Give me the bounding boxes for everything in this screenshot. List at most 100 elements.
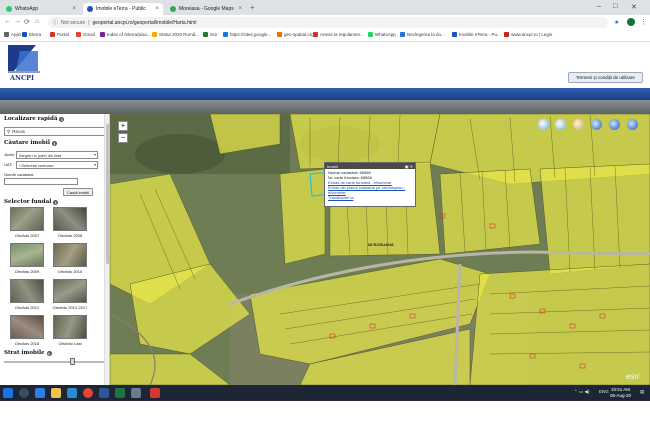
basemap-thumb-2010[interactable] (53, 243, 87, 267)
tab-whatsapp[interactable]: WhatsApp × (2, 3, 80, 15)
basemap-label: Ortofoto 2007 (14, 233, 40, 238)
map-view[interactable]: 68 ROSUAHA (110, 114, 650, 385)
windows-start-icon[interactable] (3, 388, 13, 398)
info-icon[interactable]: ⓘ (53, 19, 58, 26)
tab-google-maps[interactable]: Moreiasa - Google Maps × (166, 3, 246, 15)
profile-avatar[interactable] (627, 18, 635, 26)
info-icon[interactable]: i (46, 350, 52, 356)
bookmark-item[interactable]: Eterra (22, 32, 41, 37)
reload-icon[interactable]: ⟳ (24, 18, 30, 26)
menu-icon[interactable]: ⋮ (640, 18, 647, 26)
maximize-icon[interactable]: □ (613, 3, 617, 10)
home-icon[interactable]: ⌂ (35, 18, 39, 25)
basemap-label: Ortofoto Last (58, 341, 82, 346)
close-icon[interactable]: ✕ (410, 164, 413, 169)
bookmark-item[interactable]: Neclegerea la do... (400, 32, 445, 37)
next-extent-icon[interactable] (627, 119, 638, 130)
back-icon[interactable]: ← (4, 18, 11, 25)
chevron-down-icon: ▾ (93, 162, 96, 167)
bookmark-icon (400, 32, 405, 37)
basemap-label: Ortofoto 2012 (14, 305, 40, 310)
tray-icons[interactable]: ⌃ ▭ ◀) (574, 389, 589, 395)
bookmark-item[interactable]: Portal (50, 32, 69, 37)
map-canvas[interactable] (110, 114, 650, 385)
close-icon[interactable]: × (238, 6, 242, 12)
store-icon[interactable] (67, 388, 77, 398)
address-bar[interactable]: ⓘ Not secure | geoportal.ancpi.ro/geopor… (48, 17, 608, 28)
word-icon[interactable] (99, 388, 109, 398)
pan-hand-icon[interactable] (573, 119, 584, 130)
new-tab-button[interactable]: + (250, 3, 255, 12)
uat-select[interactable]: <Selectați comuna> ▾ (16, 161, 98, 169)
excel-icon[interactable] (115, 388, 125, 398)
app-icon[interactable] (150, 388, 160, 398)
bookmark-icon (203, 32, 208, 37)
judet-label: Județ: (4, 152, 15, 157)
basemap-thumb-2008[interactable] (53, 207, 87, 231)
chrome-icon[interactable] (83, 388, 93, 398)
zoom-in-button[interactable]: + (118, 121, 128, 131)
full-extent-globe-icon[interactable] (591, 119, 602, 130)
bookmark-icon (277, 32, 282, 37)
info-icon[interactable]: i (51, 140, 57, 146)
opacity-slider-handle[interactable] (70, 358, 75, 365)
section-title-quick-locate: Localizare rapidă i (4, 116, 65, 122)
cadastral-label: Număr cadastral (4, 172, 34, 177)
bookmark-item[interactable]: Statut 2020 Româ... (152, 32, 199, 37)
forward-icon[interactable]: → (14, 18, 21, 25)
tab-imobile-eterra[interactable]: Imobile eTerra - Public × (83, 3, 163, 15)
bookmark-item[interactable]: Gmail (76, 32, 95, 37)
basemap-thumb-2009[interactable] (10, 243, 44, 267)
gmail-icon (76, 32, 81, 37)
basemap-thumb-2012-2017[interactable] (53, 279, 87, 303)
info-icon[interactable]: i (53, 199, 59, 205)
opacity-slider-track[interactable] (4, 361, 104, 363)
maximize-icon[interactable]: ▣ (405, 164, 409, 169)
notifications-icon[interactable]: ▤ (640, 389, 644, 395)
search-icon[interactable] (19, 388, 29, 398)
language-indicator[interactable]: ENG (599, 389, 609, 394)
cadastral-plan-extract-link[interactable]: Extras din planul cadastral pe ortofotop… (328, 185, 412, 195)
security-status: Not secure (61, 19, 86, 26)
section-title-search-property: Căutare imobil i (4, 140, 57, 146)
bookmark-item[interactable]: Anexe la regulamen... (313, 32, 364, 37)
window-close-icon[interactable]: ✕ (631, 3, 637, 11)
cadastral-number-field[interactable] (4, 178, 78, 185)
basemap-thumb-2018[interactable] (10, 315, 44, 339)
judet-select[interactable]: Alegeți un județ din lista ▾ (16, 151, 98, 159)
bookmark-item[interactable]: Apps (4, 32, 21, 37)
search-property-button[interactable]: Caută imobil (63, 188, 93, 196)
bookmark-item[interactable]: www.ancpi.ro | Legis (504, 32, 552, 37)
bookmark-item[interactable]: Imobile eTerra - Pu... (452, 32, 501, 37)
eterra-icon (87, 6, 93, 12)
file-explorer-icon[interactable] (51, 388, 61, 398)
zoom-to-link[interactable]: Transfocare la (328, 195, 412, 200)
basemap-thumb-2012[interactable] (10, 279, 44, 303)
bookmark-item[interactable]: SUI (203, 32, 218, 37)
info-icon[interactable]: i (59, 116, 65, 122)
basemap-thumb-last[interactable] (53, 315, 87, 339)
bookmark-item[interactable]: geo-spatial.org (277, 32, 314, 37)
zoom-out-button[interactable]: − (118, 133, 128, 143)
minimize-icon[interactable]: – (597, 3, 601, 10)
windows-taskbar: ⌃ ▭ ◀) ENG 10:51 AM 06-Aug-20 ▤ (0, 385, 650, 401)
zoom-in-tool-icon[interactable] (538, 119, 549, 130)
bookmark-item[interactable]: https://sites.google... (223, 32, 271, 37)
basemap-thumb-2007[interactable] (10, 207, 44, 231)
close-icon[interactable]: × (72, 6, 76, 12)
bookmark-star-icon[interactable]: ★ (614, 19, 619, 26)
quick-search-input[interactable]: ⚲ Recas (4, 127, 106, 136)
terms-button[interactable]: Termeni și condiții de utilizare (568, 72, 643, 83)
bookmarks-bar: Apps Eterra Portal Gmail Index of /eterr… (0, 30, 650, 42)
zoom-out-tool-icon[interactable] (555, 119, 566, 130)
basemap-label: Ortofoto 2008 (57, 233, 83, 238)
tab-title: WhatsApp (15, 6, 39, 12)
bookmark-item[interactable]: Index of /eterra/pisa... (100, 32, 151, 37)
system-clock[interactable]: 10:51 AM 06-Aug-20 (610, 387, 631, 399)
header-gray-bar (0, 100, 650, 114)
previous-extent-icon[interactable] (609, 119, 620, 130)
edge-icon[interactable] (35, 388, 45, 398)
app-icon[interactable] (131, 388, 141, 398)
bookmark-item[interactable]: WhatsApp (368, 32, 396, 37)
close-icon[interactable]: × (155, 6, 159, 12)
